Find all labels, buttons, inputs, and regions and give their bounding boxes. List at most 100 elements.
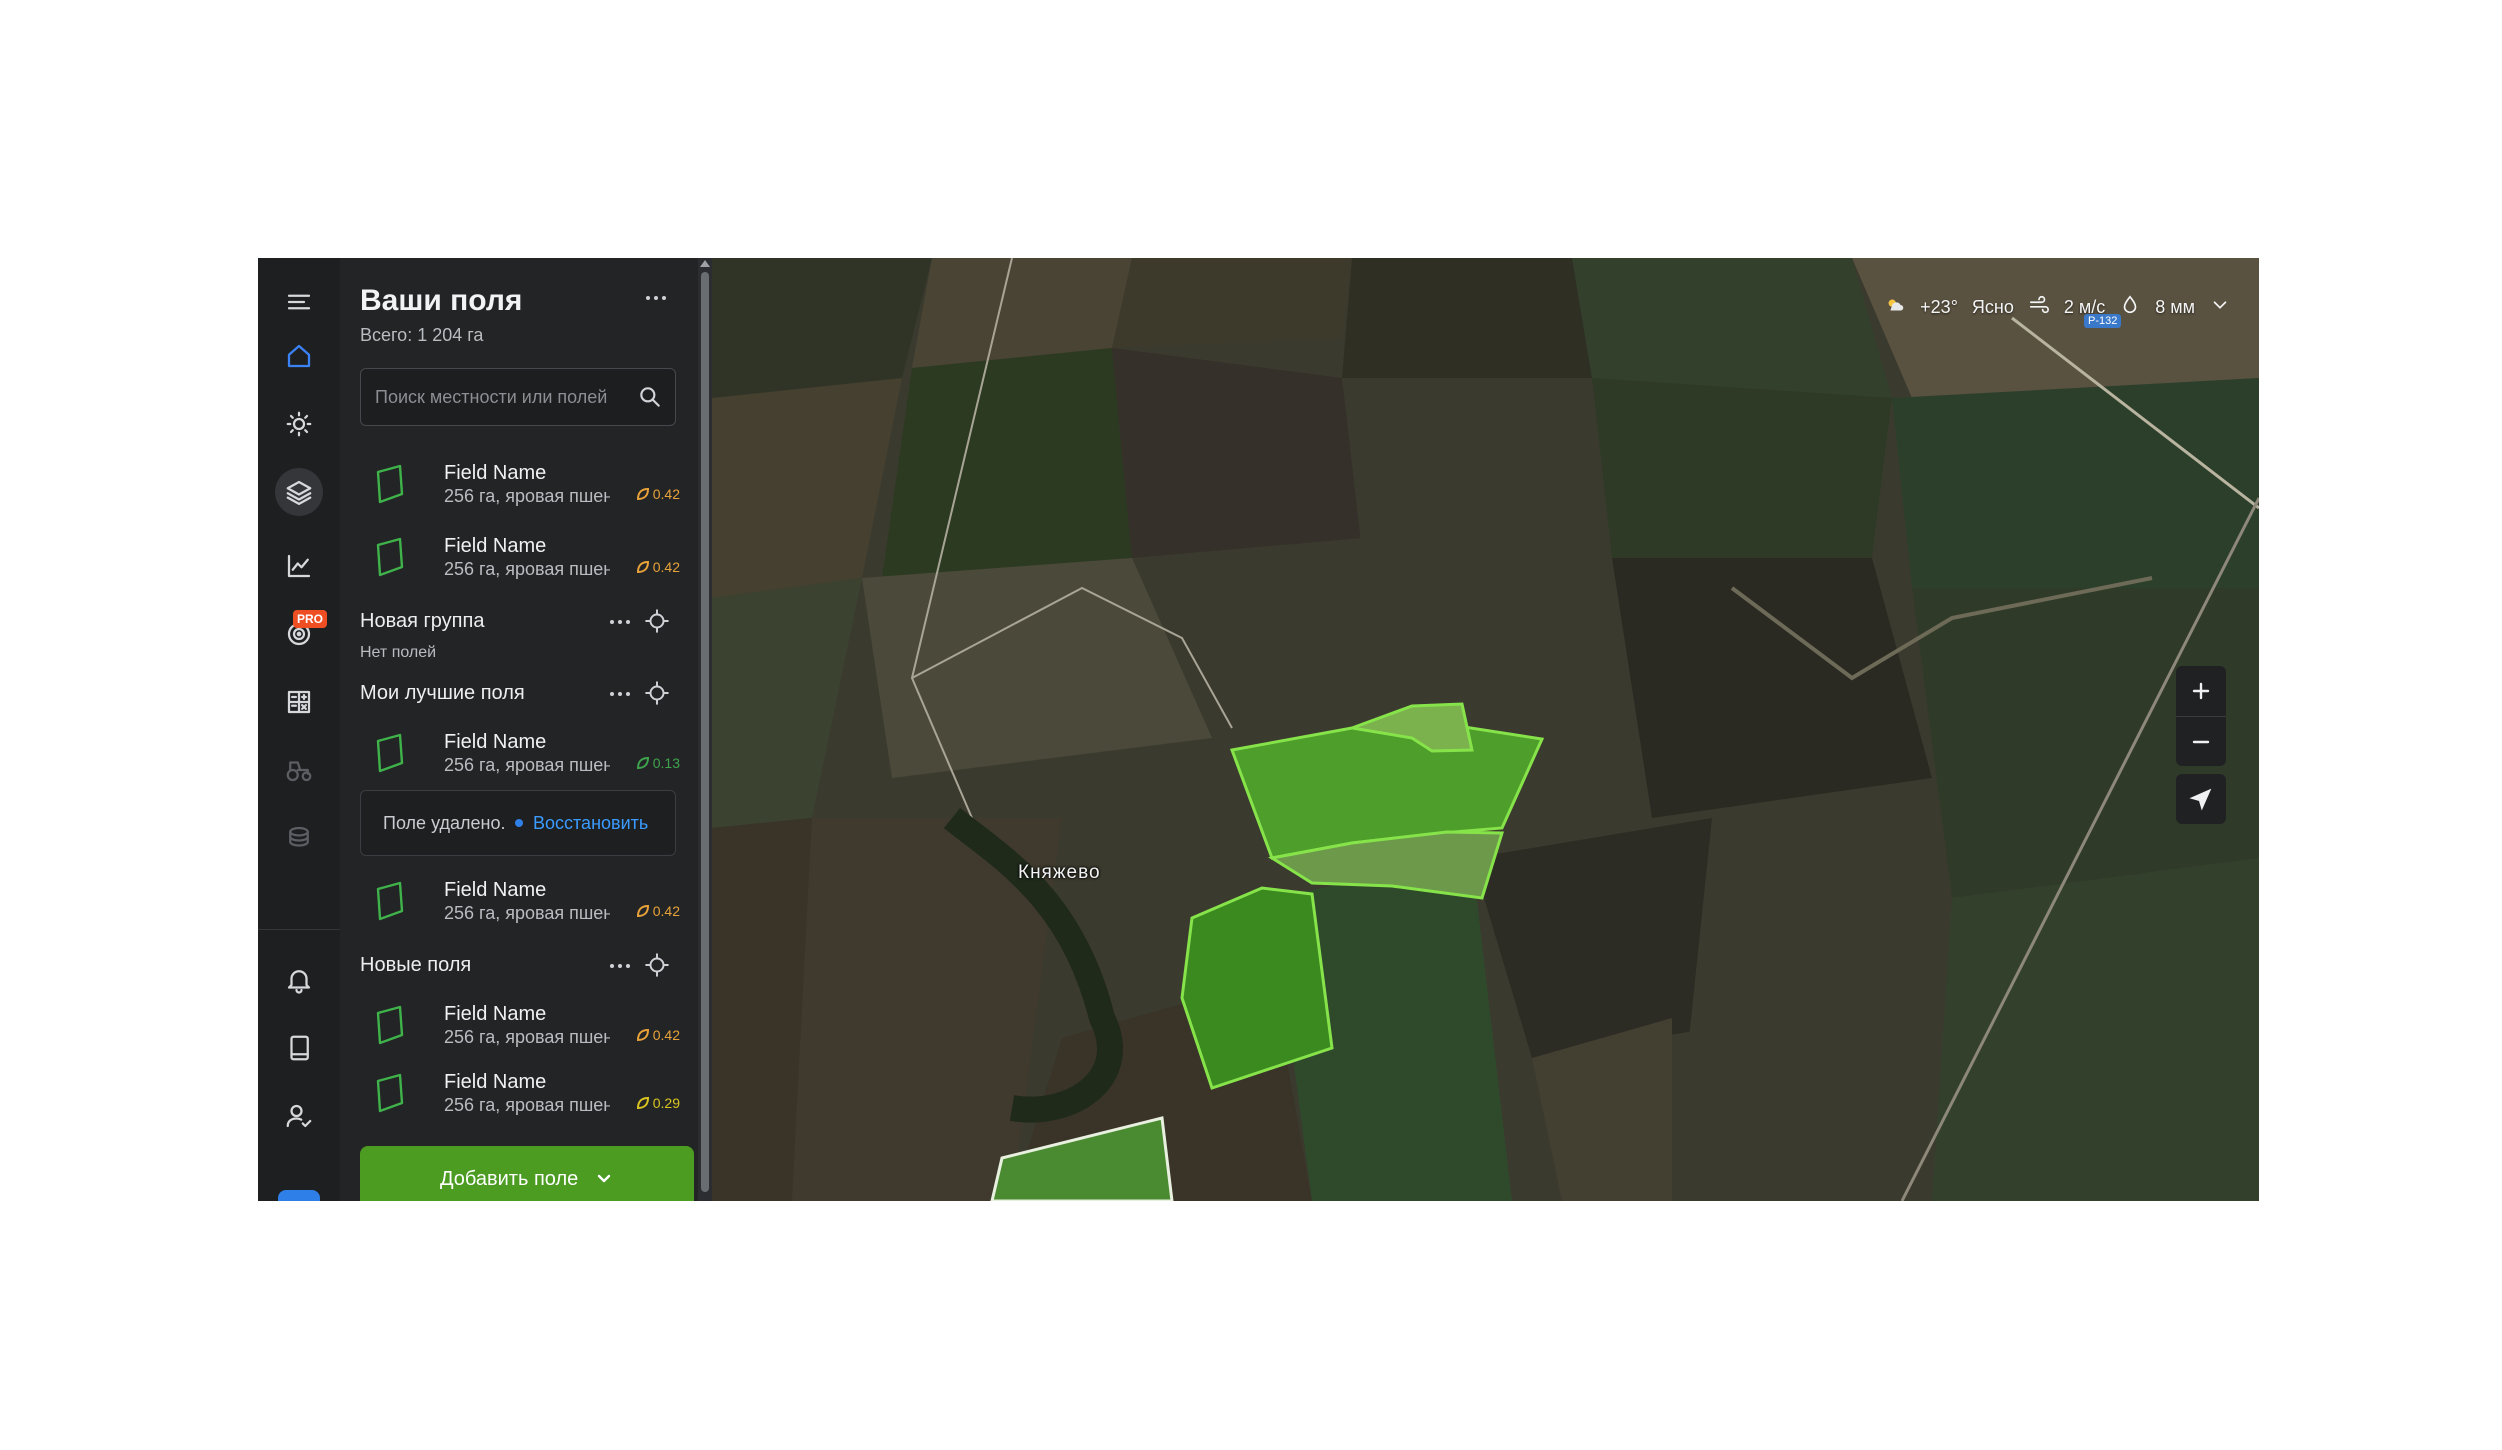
field-list-item[interactable]: Field Name 256 га, яровая пшеница 0.42 xyxy=(360,456,680,520)
ndvi-value: 0.13 xyxy=(636,755,680,771)
field-name: Field Name xyxy=(444,879,547,901)
home-button[interactable] xyxy=(275,332,323,380)
droplet-icon xyxy=(2119,294,2141,321)
field-list-item[interactable]: Field Name 256 га, яровая пшеница 0.13 xyxy=(360,725,680,789)
calculator-button[interactable] xyxy=(275,678,323,726)
fields-panel: Ваши поля Всего: 1 204 га Field Name 256… xyxy=(340,258,698,1201)
map-imagery xyxy=(712,258,2259,1201)
group-more-icon[interactable] xyxy=(606,956,634,976)
deleted-text: Поле удалено. xyxy=(383,813,506,833)
field-shape-icon xyxy=(374,881,406,921)
ndvi-value: 0.42 xyxy=(636,559,680,575)
scouting-button[interactable]: PRO xyxy=(275,610,327,658)
wind-icon xyxy=(2028,294,2050,321)
layers-button[interactable] xyxy=(275,468,323,516)
field-list-item[interactable]: Field Name 256 га, яровая пшеница 0.29 xyxy=(360,1065,680,1129)
ndvi-value: 0.42 xyxy=(636,1027,680,1043)
search-icon[interactable] xyxy=(637,384,663,410)
account-button[interactable] xyxy=(275,1092,323,1140)
group-header[interactable]: Новые поля xyxy=(360,950,680,980)
precipitation: 8 мм xyxy=(2155,297,2195,317)
leaf-icon xyxy=(636,904,649,918)
weather-widget[interactable]: +23° Ясно 2 м/с 8 мм xyxy=(1884,294,2231,321)
my-location-button[interactable] xyxy=(2176,774,2226,824)
leaf-icon xyxy=(636,1096,649,1110)
calculator-icon xyxy=(287,690,311,714)
user-check-icon xyxy=(286,1104,312,1128)
field-meta: 256 га, яровая пшеница xyxy=(444,903,610,923)
weather-button[interactable] xyxy=(275,400,323,448)
ndvi-value: 0.29 xyxy=(636,1095,680,1111)
icon-rail: PRO xyxy=(258,258,340,1201)
help-button[interactable] xyxy=(275,1024,323,1072)
plus-icon xyxy=(2192,682,2210,700)
field-list-item[interactable]: Field Name 256 га, яровая пшеница 0.42 xyxy=(360,873,680,937)
locate-icon[interactable] xyxy=(644,608,670,634)
chevron-down-icon xyxy=(594,1168,614,1188)
app-window: PRO Ваши поля Всего: 1 204 га Поиск мест… xyxy=(258,258,2259,1201)
group-more-icon[interactable] xyxy=(606,612,634,632)
group-header[interactable]: Мои лучшие поля xyxy=(360,678,680,708)
home-icon xyxy=(287,344,311,368)
zoom-in-button[interactable] xyxy=(2176,666,2226,716)
field-shape-icon xyxy=(374,1073,406,1113)
leaf-icon xyxy=(636,756,649,770)
group-name: Мои лучшие поля xyxy=(360,682,525,704)
add-field-label: Добавить поле xyxy=(440,1168,579,1190)
panel-scrollbar[interactable] xyxy=(698,258,712,1201)
panel-more-icon[interactable] xyxy=(642,288,670,308)
chevron-down-icon[interactable] xyxy=(2209,294,2231,321)
add-field-button[interactable]: Добавить поле xyxy=(360,1146,694,1201)
field-deleted-notice: Поле удалено. Восстановить xyxy=(360,790,676,856)
menu-button[interactable] xyxy=(275,278,323,326)
village-label: Княжево xyxy=(1018,862,1101,883)
zoom-out-button[interactable] xyxy=(2176,716,2226,766)
finance-icon xyxy=(289,826,309,847)
leaf-icon xyxy=(636,487,649,501)
temperature: +23° xyxy=(1920,297,1958,317)
group-name: Новая группа xyxy=(360,610,485,632)
weather-icon xyxy=(286,411,312,437)
ndvi-value: 0.42 xyxy=(636,486,680,502)
analytics-button[interactable] xyxy=(275,542,323,590)
field-meta: 256 га, яровая пшеница xyxy=(444,1095,610,1115)
menu-icon xyxy=(287,294,311,310)
field-list-item[interactable]: Field Name 256 га, яровая пшеница 0.42 xyxy=(360,529,680,593)
field-name: Field Name xyxy=(444,1071,547,1093)
layers-icon xyxy=(286,480,312,505)
restore-link[interactable]: Восстановить xyxy=(533,813,648,834)
tractor-icon xyxy=(286,761,312,782)
field-shape-icon xyxy=(374,733,406,773)
road-label: Р-132 xyxy=(2084,314,2122,328)
field-list-item[interactable]: Field Name 256 га, яровая пшеница 0.42 xyxy=(360,997,680,1061)
total-area: Всего: 1 204 га xyxy=(360,325,484,345)
leaf-icon xyxy=(636,1028,649,1042)
search-input[interactable] xyxy=(375,369,625,425)
scroll-up-icon[interactable] xyxy=(700,260,710,267)
field-name: Field Name xyxy=(444,462,547,484)
scroll-thumb[interactable] xyxy=(701,272,709,1192)
satellite-map[interactable]: +23° Ясно 2 м/с 8 мм Р-132 Княжево xyxy=(712,258,2259,1201)
analytics-icon xyxy=(287,554,311,578)
field-name: Field Name xyxy=(444,731,547,753)
pro-badge: PRO xyxy=(292,610,327,628)
field-meta: 256 га, яровая пшеница xyxy=(444,559,610,579)
group-empty-note: Нет полей xyxy=(360,644,437,661)
finance-button[interactable] xyxy=(275,814,323,862)
weather-condition: Ясно xyxy=(1971,297,2014,317)
page-title: Ваши поля xyxy=(360,284,523,317)
group-header[interactable]: Новая группа xyxy=(360,606,680,636)
locate-icon[interactable] xyxy=(644,680,670,706)
field-shape-icon xyxy=(374,464,406,504)
tractor-button[interactable] xyxy=(275,746,323,794)
group-more-icon[interactable] xyxy=(606,684,634,704)
field-shape-icon xyxy=(374,537,406,577)
notifications-button[interactable] xyxy=(275,956,323,1004)
minus-icon xyxy=(2192,740,2210,743)
locate-icon[interactable] xyxy=(644,952,670,978)
support-chat-button[interactable] xyxy=(278,1190,320,1201)
group-name: Новые поля xyxy=(360,954,472,976)
partly-cloudy-icon xyxy=(1884,294,1906,321)
field-meta: 256 га, яровая пшеница xyxy=(444,755,610,775)
field-meta: 256 га, яровая пшеница xyxy=(444,486,610,506)
